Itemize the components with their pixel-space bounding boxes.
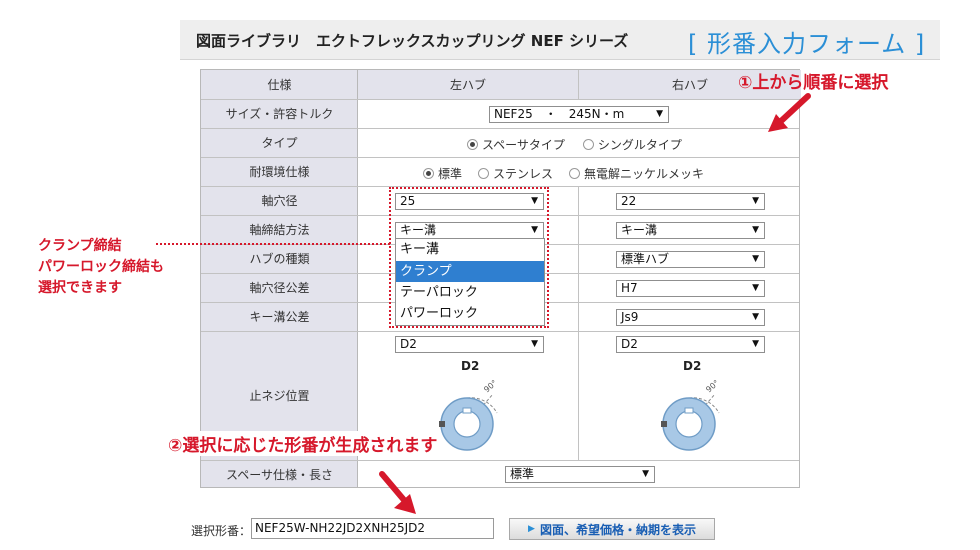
type-radio-group: スペーサタイプ シングルタイプ bbox=[467, 136, 682, 153]
form-label: [ 形番入力フォーム ] bbox=[688, 30, 926, 58]
env-option-nickel[interactable]: 無電解ニッケルメッキ bbox=[584, 165, 704, 182]
hub-type-right-value: 標準ハブ bbox=[621, 252, 670, 266]
size-select-value: NEF25 ・ 245N・m bbox=[494, 107, 625, 121]
fasten-right-value: キー溝 bbox=[621, 223, 658, 237]
chevron-down-icon: ▼ bbox=[752, 254, 759, 264]
hub-diagram-right: D2 90° bbox=[661, 359, 721, 451]
radio-icon[interactable] bbox=[423, 168, 434, 179]
chevron-down-icon: ▼ bbox=[656, 109, 663, 119]
bore-tolerance-right-value: H7 bbox=[621, 281, 638, 295]
header-bar: 図面ライブラリ エクトフレックスカップリング NEF シリーズ [ 形番入力フォ… bbox=[180, 20, 940, 60]
hub-type-label: ハブの種類 bbox=[249, 252, 310, 266]
chevron-down-icon: ▼ bbox=[531, 339, 538, 349]
radio-icon[interactable] bbox=[569, 168, 581, 179]
show-drawing-price-button[interactable]: ▶ 図面、希望価格・納期を表示 bbox=[509, 518, 715, 540]
clamp-note-leader bbox=[156, 243, 390, 245]
setscrew-left-value: D2 bbox=[400, 337, 417, 351]
clamp-note-line-2: パワーロック締結も bbox=[38, 259, 164, 275]
bore-right-select[interactable]: 22 ▼ bbox=[616, 193, 765, 210]
fasten-right-select[interactable]: キー溝 ▼ bbox=[616, 222, 765, 239]
chevron-down-icon: ▼ bbox=[752, 196, 759, 206]
hub-diagram-left-angle: 90° bbox=[482, 378, 499, 394]
clamp-note-line-3: 選択できます bbox=[38, 280, 122, 296]
chevron-down-icon: ▼ bbox=[642, 469, 649, 479]
col-header-spec: 仕様 bbox=[267, 78, 292, 92]
key-tolerance-right-value: Js9 bbox=[621, 310, 639, 324]
chevron-down-icon: ▼ bbox=[752, 225, 759, 235]
hub-diagram-left: D2 90° bbox=[439, 359, 499, 451]
setscrew-right-value: D2 bbox=[621, 337, 638, 351]
clamp-note-annotation: クランプ締結 パワーロック締結も 選択できます bbox=[38, 236, 164, 299]
highlight-box bbox=[389, 187, 549, 328]
step2-annotation: ②選択に応じた形番が生成されます bbox=[166, 431, 440, 456]
spacer-select-value: 標準 bbox=[510, 467, 535, 481]
env-label: 耐環境仕様 bbox=[249, 165, 310, 179]
hub-diagram-right-label: D2 bbox=[683, 359, 701, 373]
size-select[interactable]: NEF25 ・ 245N・m ▼ bbox=[489, 106, 669, 123]
fasten-label: 軸締結方法 bbox=[249, 223, 310, 237]
hub-type-right-select[interactable]: 標準ハブ ▼ bbox=[616, 251, 765, 268]
bore-right-value: 22 bbox=[621, 194, 637, 208]
spacer-label: スペーサ仕様・長さ bbox=[226, 468, 333, 482]
env-option-stainless[interactable]: ステンレス bbox=[493, 165, 553, 182]
hub-diagram-left-label: D2 bbox=[461, 359, 479, 373]
key-tolerance-label: キー溝公差 bbox=[249, 310, 310, 324]
triangle-right-icon: ▶ bbox=[528, 524, 535, 534]
setscrew-right-select[interactable]: D2 ▼ bbox=[616, 336, 765, 353]
step1-annotation: ①上から順番に選択 bbox=[738, 73, 889, 93]
bore-tolerance-label: 軸穴径公差 bbox=[249, 281, 310, 295]
radio-icon[interactable] bbox=[467, 139, 478, 150]
type-option-spacer[interactable]: スペーサタイプ bbox=[482, 136, 565, 153]
hub-diagram-right-angle: 90° bbox=[704, 378, 721, 394]
type-option-single[interactable]: シングルタイプ bbox=[598, 136, 682, 153]
bore-label: 軸穴径 bbox=[261, 194, 298, 208]
size-label: サイズ・許容トルク bbox=[225, 107, 334, 121]
clamp-note-line-1: クランプ締結 bbox=[38, 238, 122, 254]
bore-tolerance-right-select[interactable]: H7 ▼ bbox=[616, 280, 765, 297]
chevron-down-icon: ▼ bbox=[752, 283, 759, 293]
radio-icon[interactable] bbox=[478, 168, 490, 179]
key-tolerance-right-select[interactable]: Js9 ▼ bbox=[616, 309, 765, 326]
setscrew-left-select[interactable]: D2 ▼ bbox=[395, 336, 544, 353]
chevron-down-icon: ▼ bbox=[752, 339, 759, 349]
page-title: 図面ライブラリ エクトフレックスカップリング NEF シリーズ bbox=[196, 32, 629, 50]
spacer-select[interactable]: 標準 ▼ bbox=[505, 466, 655, 483]
red-arrow-icon bbox=[379, 471, 416, 514]
radio-icon[interactable] bbox=[582, 139, 594, 150]
red-arrow-icon bbox=[768, 93, 811, 132]
chevron-down-icon: ▼ bbox=[752, 312, 759, 322]
result-part-number-field[interactable]: NEF25W-NH22JD2XNH25JD2 bbox=[251, 518, 494, 539]
show-drawing-price-button-label: 図面、希望価格・納期を表示 bbox=[539, 522, 696, 537]
env-option-standard[interactable]: 標準 bbox=[438, 165, 462, 182]
result-label: 選択形番： bbox=[191, 524, 252, 538]
env-radio-group: 標準 ステンレス 無電解ニッケルメッキ bbox=[423, 165, 704, 182]
col-header-left-hub: 左ハブ bbox=[449, 78, 486, 92]
type-label: タイプ bbox=[261, 136, 298, 150]
